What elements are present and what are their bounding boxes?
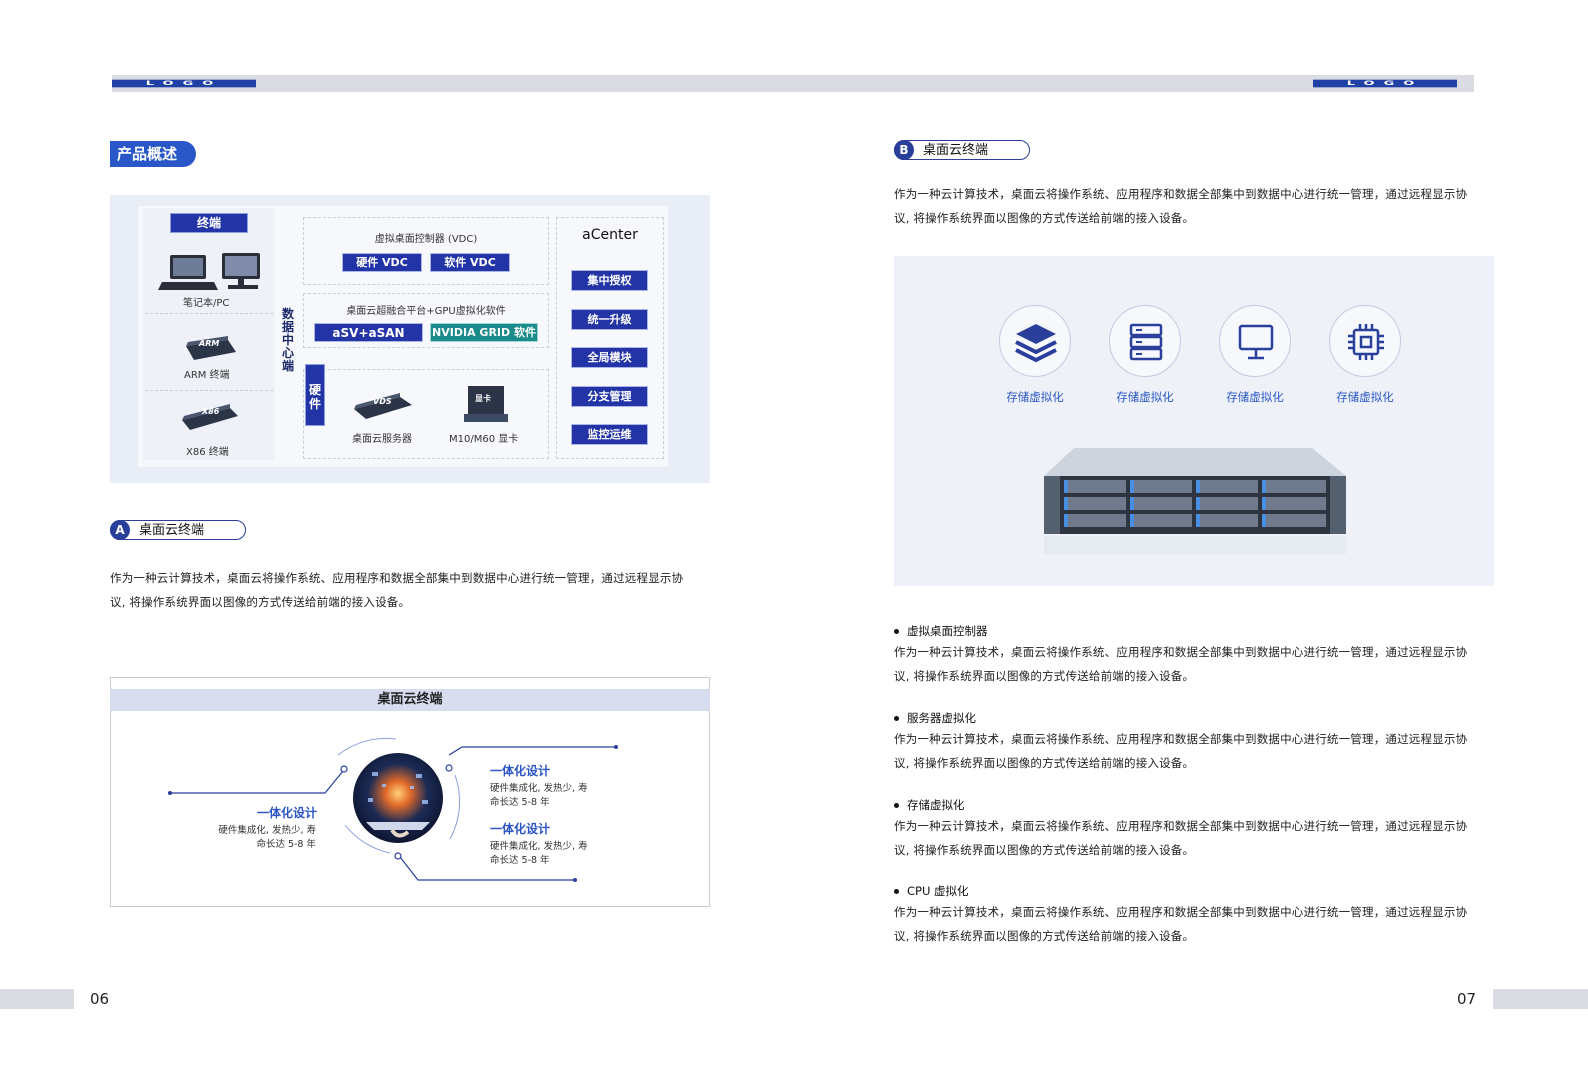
cpu-chip-icon <box>1329 305 1401 377</box>
bullet-text-line: 议, 将操作系统界面以图像的方式传送给前端的接入设备。 <box>894 929 1195 943</box>
footer-bar-left <box>0 989 74 1009</box>
icon-caption-2: 存储虚拟化 <box>1116 390 1174 404</box>
bullet-dot <box>894 803 899 808</box>
bullet-dot <box>894 889 899 894</box>
feature-desc-line: 硬件集成化, 发热少, 寿 <box>490 783 588 794</box>
icon-caption-1: 存储虚拟化 <box>1006 390 1064 404</box>
bullet-text-line: 作为一种云计算技术，桌面云将操作系统、应用程序和数据全部集中到数据中心进行统一管… <box>894 645 1468 659</box>
subheading-a-title: 桌面云终端 <box>139 523 205 538</box>
x86-chip-label: X86 <box>202 407 220 416</box>
subheading-a-badge: A <box>110 520 130 540</box>
page-number-left: 06 <box>90 990 110 1008</box>
hardware-group <box>303 369 549 459</box>
logo-left: LOGO <box>112 79 256 88</box>
logo-right: LOGO <box>1313 79 1457 88</box>
hardware-label: 硬件 <box>305 364 325 426</box>
feature-left-title: 一体化设计 <box>257 806 318 820</box>
feature-left-desc: 硬件集成化, 发热少, 寿 命长达 5-8 年 <box>196 824 316 852</box>
vdc-group <box>303 217 549 285</box>
bullet-title: CPU 虚拟化 <box>907 884 969 898</box>
top-header-bar <box>112 75 1474 92</box>
bullet-text-line: 作为一种云计算技术，桌面云将操作系统、应用程序和数据全部集中到数据中心进行统一管… <box>894 732 1468 746</box>
paragraph-a-line: 作为一种云计算技术，桌面云将操作系统、应用程序和数据全部集中到数据中心进行统一管… <box>110 571 684 585</box>
layers-icon <box>999 305 1071 377</box>
feature-box-title: 桌面云终端 <box>110 689 710 711</box>
acenter-item-branch: 分支管理 <box>571 386 648 407</box>
platform-title: 桌面云超融合平台+GPU虚拟化软件 <box>346 306 506 317</box>
feature-desc-line: 硬件集成化, 发热少, 寿 <box>490 841 588 852</box>
paragraph-a: 作为一种云计算技术，桌面云将操作系统、应用程序和数据全部集中到数据中心进行统一管… <box>110 566 720 614</box>
subheading-b: B 桌面云终端 <box>894 140 1030 160</box>
terminal-label: 终端 <box>170 213 248 233</box>
feature-right-bottom-desc: 硬件集成化, 发热少, 寿 命长达 5-8 年 <box>490 840 620 868</box>
feature-desc-line: 硬件集成化, 发热少, 寿 <box>218 825 316 836</box>
acenter-item-global: 全局模块 <box>571 347 648 368</box>
paragraph-b: 作为一种云计算技术，桌面云将操作系统、应用程序和数据全部集中到数据中心进行统一管… <box>894 182 1504 230</box>
feature-right-bottom-title: 一体化设计 <box>490 822 551 836</box>
nvidia-grid-label: NVIDIA GRID 软件 <box>430 323 538 342</box>
bullet-text-line: 议, 将操作系统界面以图像的方式传送给前端的接入设备。 <box>894 669 1195 683</box>
page-number-right: 07 <box>1457 990 1477 1008</box>
server-rack-icon <box>1109 305 1181 377</box>
gpu-card-icon <box>464 386 508 422</box>
subheading-b-title: 桌面云终端 <box>923 143 989 158</box>
tech-hand-image <box>353 753 443 843</box>
feature-desc-line: 命长达 5-8 年 <box>256 839 316 850</box>
arm-terminal-label: ARM 终端 <box>184 370 230 381</box>
bullet-text-line: 议, 将操作系统界面以图像的方式传送给前端的接入设备。 <box>894 843 1195 857</box>
feature-desc-line: 命长达 5-8 年 <box>490 855 550 866</box>
acenter-item-auth: 集中授权 <box>571 270 648 291</box>
arm-chip-label: ARM <box>199 339 220 348</box>
bullet-dot <box>894 716 899 721</box>
acenter-group <box>556 217 664 459</box>
acenter-item-upgrade: 统一升级 <box>571 309 648 330</box>
sw-vdc-label: 软件 VDC <box>430 253 510 272</box>
bullet-text-line: 作为一种云计算技术，桌面云将操作系统、应用程序和数据全部集中到数据中心进行统一管… <box>894 905 1468 919</box>
bullet-item: CPU 虚拟化 作为一种云计算技术，桌面云将操作系统、应用程序和数据全部集中到数… <box>894 882 1504 968</box>
icon-caption-3: 存储虚拟化 <box>1226 390 1284 404</box>
rack-server-image <box>1044 448 1346 554</box>
vdc-title: 虚拟桌面控制器 (VDC) <box>374 234 478 245</box>
server-label: 桌面云服务器 <box>352 434 412 445</box>
feature-right-top-title: 一体化设计 <box>490 764 551 778</box>
bullet-item: 存储虚拟化 作为一种云计算技术，桌面云将操作系统、应用程序和数据全部集中到数据中… <box>894 796 1504 882</box>
subheading-a: A 桌面云终端 <box>110 520 246 540</box>
bullet-text-line: 议, 将操作系统界面以图像的方式传送给前端的接入设备。 <box>894 756 1195 770</box>
acenter-title: aCenter <box>582 227 638 243</box>
bullet-title: 服务器虚拟化 <box>907 711 976 725</box>
paragraph-a-line: 议, 将操作系统界面以图像的方式传送给前端的接入设备。 <box>110 595 411 609</box>
footer-bar-right <box>1493 989 1588 1009</box>
paragraph-b-line: 议, 将操作系统界面以图像的方式传送给前端的接入设备。 <box>894 211 1195 225</box>
bullet-list: 虚拟桌面控制器 作为一种云计算技术，桌面云将操作系统、应用程序和数据全部集中到数… <box>894 622 1504 968</box>
laptop-pc-icon <box>158 253 260 290</box>
acenter-item-monitor: 监控运维 <box>571 424 648 445</box>
feature-desc-line: 命长达 5-8 年 <box>490 797 550 808</box>
datacenter-label: 数据中心端 <box>282 307 295 373</box>
divider <box>145 390 273 391</box>
bullet-title: 虚拟桌面控制器 <box>907 624 988 638</box>
subheading-b-badge: B <box>894 140 914 160</box>
x86-terminal-label: X86 终端 <box>186 447 229 458</box>
paragraph-b-line: 作为一种云计算技术，桌面云将操作系统、应用程序和数据全部集中到数据中心进行统一管… <box>894 187 1468 201</box>
notebook-label: 笔记本/PC <box>183 298 230 309</box>
bullet-item: 服务器虚拟化 作为一种云计算技术，桌面云将操作系统、应用程序和数据全部集中到数据… <box>894 709 1504 796</box>
gpu-label: M10/M60 显卡 <box>449 434 519 445</box>
bullet-item: 虚拟桌面控制器 作为一种云计算技术，桌面云将操作系统、应用程序和数据全部集中到数… <box>894 622 1504 709</box>
bullet-title: 存储虚拟化 <box>907 798 965 812</box>
icon-caption-4: 存储虚拟化 <box>1336 390 1394 404</box>
monitor-icon <box>1219 305 1291 377</box>
bullet-text-line: 作为一种云计算技术，桌面云将操作系统、应用程序和数据全部集中到数据中心进行统一管… <box>894 819 1468 833</box>
hw-vdc-label: 硬件 VDC <box>342 253 422 272</box>
server-chip-label: VDS <box>373 397 392 406</box>
feature-right-top-desc: 硬件集成化, 发热少, 寿 命长达 5-8 年 <box>490 782 620 810</box>
gpu-chip-label: 显卡 <box>475 394 491 403</box>
asv-asan-label: aSV+aSAN <box>314 323 423 342</box>
bullet-dot <box>894 629 899 634</box>
divider <box>145 313 273 314</box>
section-title: 产品概述 <box>110 141 196 167</box>
